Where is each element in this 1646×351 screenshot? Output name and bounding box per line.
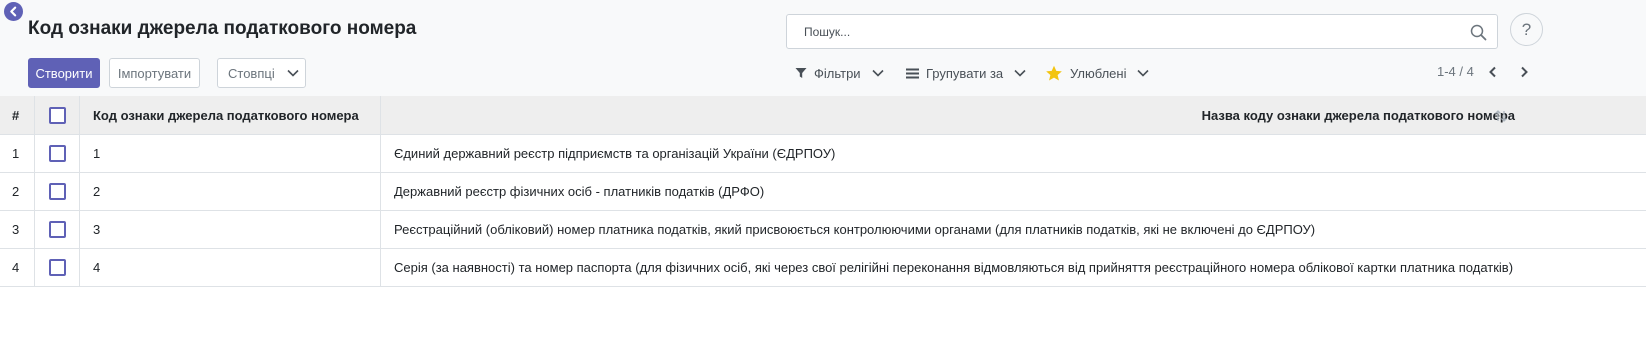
row-select-cell xyxy=(35,135,80,172)
table-header: # Код ознаки джерела податкового номера … xyxy=(0,96,1646,135)
row-select-cell xyxy=(35,173,80,210)
chevron-left-icon xyxy=(10,6,17,17)
favorites-toggle[interactable]: Улюблені xyxy=(1045,63,1150,83)
group-by-toggle[interactable]: Групувати за xyxy=(906,63,1026,83)
row-name: Реєстраційний (обліковий) номер платника… xyxy=(394,222,1316,237)
row-select-cell xyxy=(35,211,80,248)
row-code: 4 xyxy=(80,249,381,286)
row-name: Єдиний державний реєстр підприємств та о… xyxy=(394,146,836,161)
table-row[interactable]: 1 1 Єдиний державний реєстр підприємств … xyxy=(0,135,1646,173)
row-checkbox[interactable] xyxy=(48,183,66,200)
pager-value[interactable]: 1-4 / 4 xyxy=(1437,64,1474,79)
chevron-down-icon xyxy=(871,69,884,77)
table-row[interactable]: 2 2 Державний реєстр фізичних осіб - пла… xyxy=(0,173,1646,211)
row-select-cell xyxy=(35,249,80,286)
columns-button[interactable]: Стовпці xyxy=(217,58,306,88)
row-number: 4 xyxy=(0,249,35,286)
chevron-right-icon xyxy=(1520,66,1528,78)
search-box xyxy=(786,14,1498,49)
row-checkbox[interactable] xyxy=(48,259,66,276)
chevron-down-icon xyxy=(1014,69,1026,77)
row-number: 2 xyxy=(0,173,35,210)
columns-button-label: Стовпці xyxy=(228,65,275,81)
chevron-down-icon xyxy=(287,69,299,77)
chevron-left-icon xyxy=(1488,66,1496,78)
table-row[interactable]: 4 4 Серія (за наявності) та номер паспор… xyxy=(0,249,1646,287)
row-name: Серія (за наявності) та номер паспорта (… xyxy=(394,260,1514,275)
column-header-number: # xyxy=(0,96,35,134)
pager-next-button[interactable] xyxy=(1516,63,1532,81)
import-button[interactable]: Імпортувати xyxy=(109,58,200,88)
create-button[interactable]: Створити xyxy=(28,58,100,88)
table-row[interactable]: 3 3 Реєстраційний (обліковий) номер плат… xyxy=(0,211,1646,249)
pager-previous-button[interactable] xyxy=(1484,63,1500,81)
favorites-label: Улюблені xyxy=(1070,65,1127,81)
row-name: Державний реєстр фізичних осіб - платник… xyxy=(394,184,765,199)
row-checkbox[interactable] xyxy=(48,221,66,238)
row-code: 1 xyxy=(80,135,381,172)
filter-icon xyxy=(795,67,807,79)
control-panel: Код ознаки джерела податкового номера Ст… xyxy=(0,0,1646,100)
sort-icon[interactable] xyxy=(1493,108,1509,124)
column-header-code[interactable]: Код ознаки джерела податкового номера xyxy=(80,96,381,134)
row-code: 3 xyxy=(80,211,381,248)
help-button[interactable]: ? xyxy=(1510,13,1543,46)
column-header-name[interactable]: Назва коду ознаки джерела податкового но… xyxy=(381,96,1646,134)
row-code: 2 xyxy=(80,173,381,210)
filters-toggle[interactable]: Фільтри xyxy=(795,63,884,83)
back-button[interactable] xyxy=(4,2,23,21)
search-input[interactable] xyxy=(804,24,1444,40)
star-icon xyxy=(1045,65,1063,82)
chevron-down-icon xyxy=(1137,69,1150,77)
list-icon xyxy=(906,68,919,79)
page-title: Код ознаки джерела податкового номера xyxy=(28,18,417,39)
row-number: 1 xyxy=(0,135,35,172)
filters-label: Фільтри xyxy=(814,65,861,81)
row-checkbox[interactable] xyxy=(48,145,66,162)
select-all-checkbox[interactable] xyxy=(48,106,66,124)
search-icon[interactable] xyxy=(1470,24,1487,41)
select-all-cell xyxy=(35,96,80,134)
row-number: 3 xyxy=(0,211,35,248)
group-by-label: Групувати за xyxy=(926,65,1004,81)
